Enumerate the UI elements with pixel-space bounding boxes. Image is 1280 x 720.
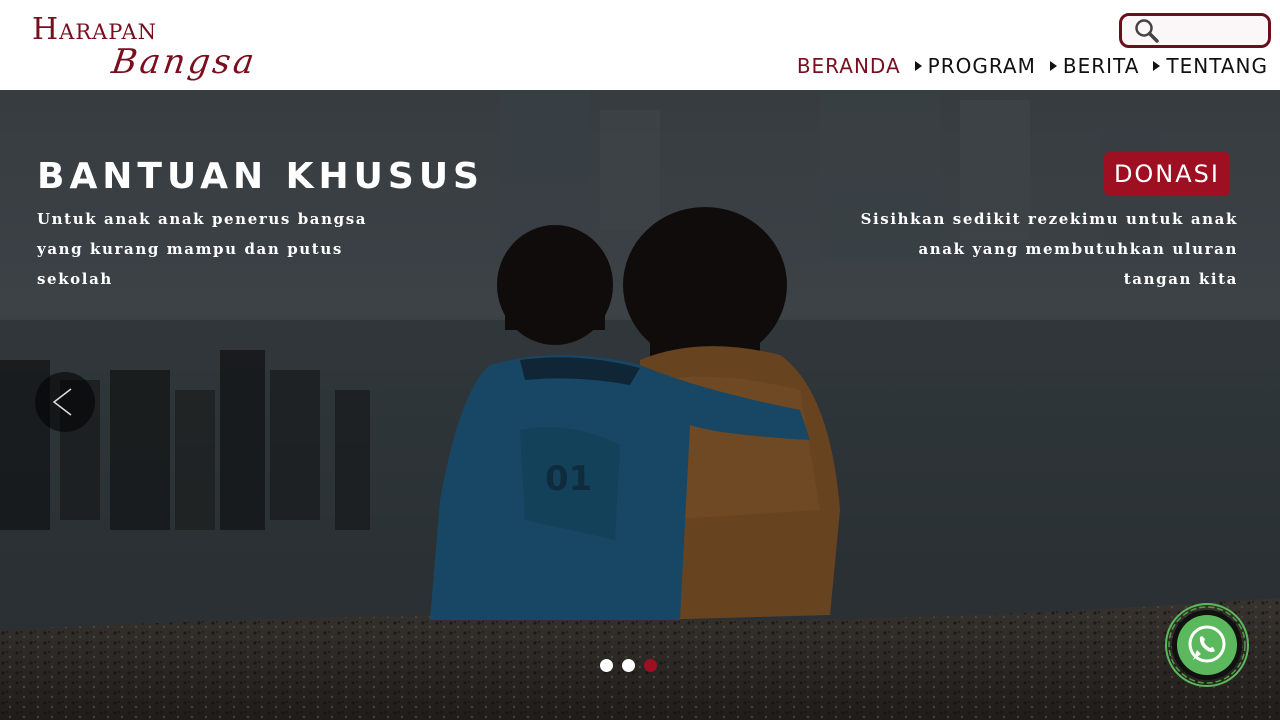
search-input[interactable]	[1162, 18, 1262, 43]
slider-dot-3[interactable]	[644, 659, 657, 672]
nav-item-tentang[interactable]: TENTANG	[1139, 54, 1268, 78]
hero-slider: 01 BANTUAN KHUSUS Untuk anak anak peneru…	[0, 90, 1280, 720]
main-nav: BERANDA PROGRAM BERITA TENTANG	[797, 54, 1268, 78]
slider-prev-button[interactable]	[35, 372, 95, 432]
hero-left-description: Untuk anak anak penerus bangsa yang kura…	[37, 210, 368, 288]
nav-item-berita[interactable]: BERITA	[1036, 54, 1140, 78]
nav-item-label: BERITA	[1062, 54, 1140, 78]
nav-item-label: BERANDA	[796, 54, 901, 78]
donasi-button[interactable]: DONASI	[1103, 152, 1230, 196]
nav-item-beranda[interactable]: BERANDA	[797, 54, 901, 78]
slider-dot-2[interactable]	[622, 659, 635, 672]
site-logo[interactable]: Harapan Bangsa	[30, 8, 259, 90]
search-icon[interactable]	[1132, 16, 1162, 46]
search-box[interactable]	[1119, 13, 1271, 48]
whatsapp-button[interactable]	[1164, 602, 1250, 688]
slider-dot-1[interactable]	[600, 659, 613, 672]
hero-right-description: Sisihkan sedikit rezekimu untuk anak ana…	[860, 210, 1238, 288]
logo-text-bottom: Bangsa	[109, 42, 260, 82]
whatsapp-icon	[1165, 603, 1249, 687]
nav-arrow-icon	[1049, 61, 1057, 71]
site-header: Harapan Bangsa BERANDA PROGRAM BERITA TE…	[0, 0, 1280, 90]
nav-item-program[interactable]: PROGRAM	[901, 54, 1036, 78]
nav-item-label: PROGRAM	[927, 54, 1036, 78]
slider-indicators	[600, 659, 657, 672]
hero-left-title: BANTUAN KHUSUS	[37, 156, 484, 197]
nav-arrow-icon	[914, 61, 922, 71]
nav-item-label: TENTANG	[1166, 54, 1268, 78]
chevron-left-icon	[52, 388, 72, 416]
nav-arrow-icon	[1153, 61, 1161, 71]
